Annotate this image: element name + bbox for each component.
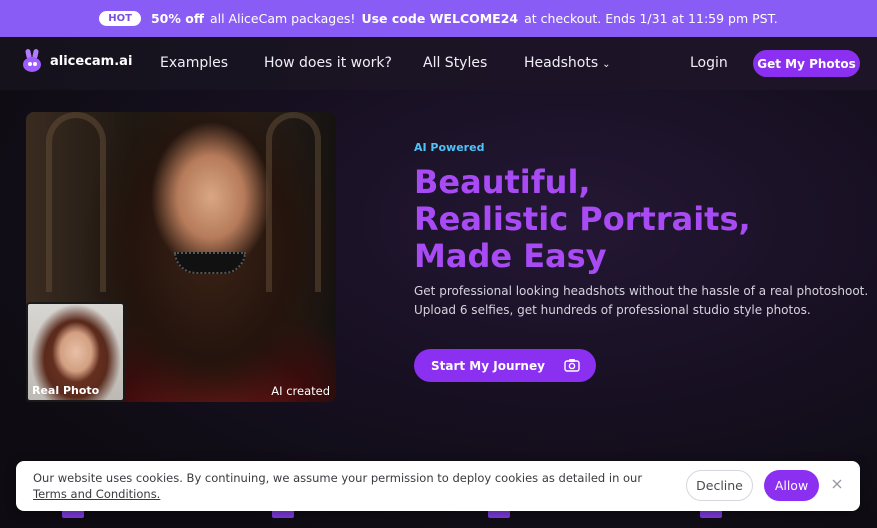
logo-text: alicecam.ai (50, 53, 133, 69)
nav-examples[interactable]: Examples (160, 55, 228, 71)
top-nav: alicecam.ai Examples How does it work? A… (0, 37, 877, 90)
nav-headshots-label: Headshots (524, 55, 599, 71)
login-link[interactable]: Login (690, 55, 728, 71)
hero-description: Get professional looking headshots witho… (414, 282, 868, 320)
desc-line-1: Get professional looking headshots witho… (414, 284, 869, 298)
cookie-consent-bar: Our website uses cookies. By continuing,… (16, 461, 860, 511)
nav-headshots[interactable]: Headshots ⌄ (524, 55, 611, 71)
ai-powered-badge: AI Powered (414, 141, 485, 154)
cookie-message: Our website uses cookies. By continuing,… (33, 470, 673, 502)
cta-label: Start My Journey (431, 358, 545, 373)
feature-icon-1 (62, 510, 84, 518)
nav-all-styles[interactable]: All Styles (423, 55, 487, 71)
headline-line-2: Realistic Portraits, (414, 200, 751, 238)
desc-line-2: Upload 6 selfies, get hundreds of profes… (414, 303, 811, 317)
promo-text-1: all AliceCam packages! (209, 11, 356, 26)
nav-how-it-works[interactable]: How does it work? (264, 55, 392, 71)
feature-icon-4 (700, 510, 722, 518)
allow-button[interactable]: Allow (764, 470, 819, 501)
headline-line-1: Beautiful, (414, 163, 591, 201)
real-photo-image: Real Photo (26, 302, 125, 402)
camera-icon (564, 359, 580, 372)
promo-highlight: 50% off (150, 11, 204, 26)
close-icon[interactable] (831, 478, 843, 490)
headline-line-3: Made Easy (414, 237, 607, 275)
feature-icon-2 (272, 510, 294, 518)
start-my-journey-button[interactable]: Start My Journey (414, 349, 596, 382)
bunny-logo-icon (22, 48, 42, 73)
decline-button[interactable]: Decline (686, 470, 753, 501)
logo-link[interactable]: alicecam.ai (22, 48, 133, 73)
hero-headline: Beautiful, Realistic Portraits, Made Eas… (414, 164, 751, 275)
cookie-text: Our website uses cookies. By continuing,… (33, 471, 643, 485)
chevron-down-icon: ⌄ (602, 59, 611, 70)
promo-banner: HOT 50% off all AliceCam packages! Use c… (0, 0, 877, 37)
hot-badge: HOT (99, 11, 141, 26)
promo-code: Use code WELCOME24 (361, 11, 519, 26)
get-my-photos-button[interactable]: Get My Photos (753, 50, 860, 77)
real-photo-label: Real Photo (32, 384, 100, 397)
feature-icon-3 (488, 510, 510, 518)
terms-link[interactable]: Terms and Conditions. (33, 487, 160, 501)
ai-created-label: AI created (271, 384, 330, 398)
promo-text-2: at checkout. Ends 1/31 at 11:59 pm PST. (524, 11, 778, 26)
